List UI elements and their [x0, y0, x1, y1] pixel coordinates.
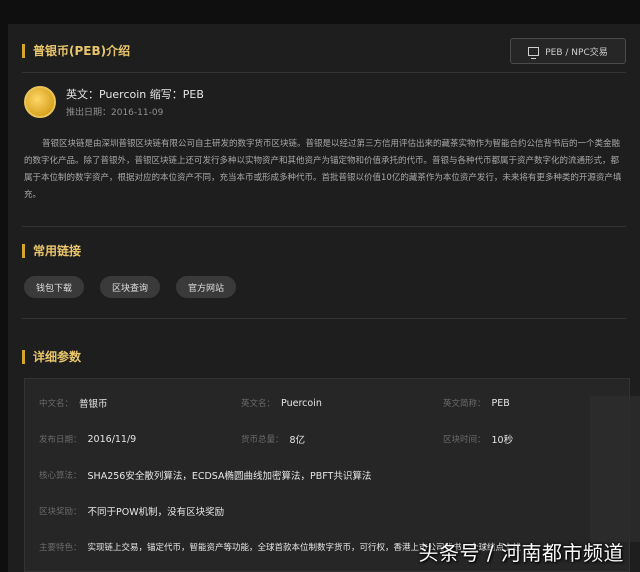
- params-section-title: 详细参数: [22, 348, 81, 365]
- divider: [22, 318, 626, 319]
- coin-issue-date: 推出日期：2016-11-09: [66, 108, 164, 118]
- divider: [22, 72, 626, 73]
- watermark: 头条号 / 河南都市频道: [418, 541, 624, 565]
- params-row: 区块奖励： 不同于POW机制，没有区块奖励: [25, 493, 629, 529]
- links-row: 钱包下载 区块查询 官方网站: [24, 276, 237, 298]
- intro-title: 普银币(PEB)介绍: [33, 44, 131, 58]
- param-en-name: 英文名： Puercoin: [241, 397, 322, 410]
- param-algorithm: 核心算法： SHA256安全散列算法，ECDSA椭圆曲线加密算法，PBFT共识算…: [39, 471, 372, 482]
- section-accent-bar: [22, 243, 25, 258]
- links-title: 常用链接: [33, 244, 82, 258]
- trade-button-label: PEB / NPC交易: [545, 47, 608, 58]
- params-title: 详细参数: [33, 350, 82, 364]
- params-row: 中文名： 普银币 英文名： Puercoin 英文简称： PEB: [25, 385, 629, 421]
- params-row: 发布日期： 2016/11/9 货币总量： 8亿 区块时间： 10秒: [25, 421, 629, 457]
- trade-button[interactable]: PEB / NPC交易: [510, 38, 626, 64]
- monitor-icon: [528, 46, 540, 59]
- param-block-reward: 区块奖励： 不同于POW机制，没有区块奖励: [39, 507, 225, 518]
- intro-section-title: 普银币(PEB)介绍: [22, 42, 130, 59]
- section-accent-bar: [22, 43, 25, 58]
- params-row: 核心算法： SHA256安全散列算法，ECDSA椭圆曲线加密算法，PBFT共识算…: [25, 457, 629, 493]
- coin-logo: [24, 86, 56, 118]
- coin-name: 英文：Puercoin 缩写：PEB: [66, 88, 204, 101]
- side-overlay: [590, 396, 640, 542]
- param-total-supply: 货币总量： 8亿: [241, 435, 306, 446]
- wallet-download-link[interactable]: 钱包下载: [24, 276, 85, 298]
- param-issue-date: 发布日期： 2016/11/9: [39, 433, 137, 446]
- param-cn-name: 中文名： 普银币: [39, 399, 108, 410]
- official-website-link[interactable]: 官方网站: [176, 276, 237, 298]
- param-abbr: 英文简称： PEB: [443, 397, 510, 410]
- coin-panel: 普银币(PEB)介绍 PEB / NPC交易 英文：Puercoin 缩写：PE…: [8, 24, 640, 572]
- divider: [22, 226, 626, 227]
- block-explorer-link[interactable]: 区块查询: [100, 276, 161, 298]
- coin-description: 普银区块链是由深圳普银区块链有限公司自主研发的数字货币区块链。普银是以经过第三方…: [24, 139, 622, 200]
- links-section-title: 常用链接: [22, 242, 81, 259]
- section-accent-bar: [22, 349, 25, 364]
- param-block-time: 区块时间： 10秒: [443, 435, 514, 446]
